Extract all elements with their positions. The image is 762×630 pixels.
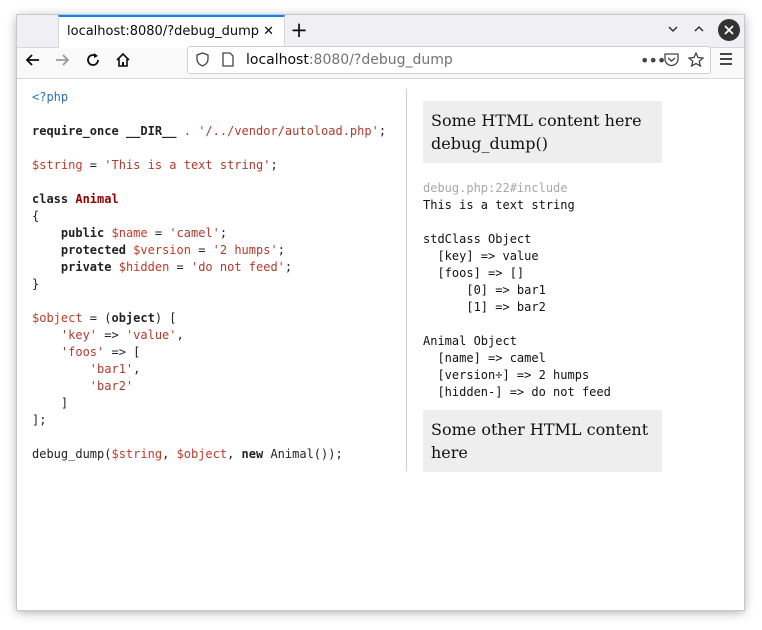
new-tab-button[interactable]: + [287, 18, 311, 42]
url-host: localhost [246, 52, 309, 68]
code-token: debug_dump( [32, 447, 112, 461]
html-content-line: Some HTML content here [431, 111, 642, 130]
code-token: $string [32, 158, 83, 172]
dump-line: [0] => bar1 [423, 283, 546, 297]
code-token: 'foos' [60, 345, 105, 359]
url-text[interactable]: localhost:8080/?debug_dump [246, 52, 453, 68]
html-content-line: debug_dump() [431, 134, 548, 153]
dump-line: [name] => camel [423, 351, 546, 365]
code-token: class [32, 192, 69, 206]
code-token: 'bar2' [89, 379, 134, 393]
code-token: '2 humps' [212, 243, 278, 257]
dump-line: [hidden-] => do not feed [423, 385, 611, 399]
forward-arrow-icon[interactable] [50, 51, 74, 75]
window-close-icon[interactable] [718, 19, 740, 41]
tab-debug-dump[interactable]: localhost:8080/?debug_dump ✕ [58, 15, 285, 48]
code-token: 'key' [60, 328, 98, 342]
url-path: :8080/?debug_dump [308, 52, 453, 68]
code-token: private [60, 260, 112, 274]
html-content-block: Some HTML content here debug_dump() [423, 101, 662, 163]
navigation-toolbar: localhost:8080/?debug_dump ••• [17, 46, 744, 79]
code-token: . [176, 124, 199, 138]
close-tab-icon[interactable]: ✕ [263, 24, 274, 39]
page-content: <?php require_once __DIR__ . '/../vendor… [17, 79, 744, 610]
code-token: Animal()); [263, 447, 343, 461]
code-token: new [241, 447, 264, 461]
dump-line: [key] => value [423, 249, 539, 263]
code-token: 'value' [125, 328, 177, 342]
home-icon[interactable] [111, 51, 135, 75]
url-bar[interactable]: localhost:8080/?debug_dump ••• [187, 46, 711, 74]
code-token: 'do not feed' [190, 260, 285, 274]
tab-title: localhost:8080/?debug_dump [67, 24, 259, 39]
dump-source-location: debug.php:22#include [423, 181, 568, 195]
php-open-tag: <?php [32, 90, 69, 104]
code-token: $object [32, 311, 83, 325]
code-token: require_once [32, 124, 119, 138]
html-content-block-2: Some other HTML content here [423, 410, 662, 472]
dump-output: This is a text string stdClass Object [k… [423, 197, 662, 401]
dump-line: [foos] => [] [423, 266, 525, 280]
code-token: 'bar1' [89, 362, 134, 376]
reload-icon[interactable] [81, 51, 105, 75]
dump-line: Animal Object [423, 334, 517, 348]
hamburger-icon[interactable] [719, 51, 733, 70]
code-token: '/../vendor/autoload.php' [198, 124, 379, 138]
code-token: Animal [75, 192, 119, 206]
code-token: object [111, 311, 155, 325]
code-token: $string [111, 447, 163, 461]
code-token: $version [133, 243, 191, 257]
dump-line: This is a text string [423, 198, 575, 212]
code-token: public [60, 226, 105, 240]
ellipsis-icon[interactable]: ••• [640, 51, 666, 70]
dump-line: stdClass Object [423, 232, 532, 246]
code-token: $name [111, 226, 148, 240]
page-icon[interactable] [222, 52, 234, 71]
back-arrow-icon[interactable] [21, 51, 45, 75]
dump-line: [version÷] => 2 humps [423, 368, 590, 382]
pocket-icon[interactable] [664, 52, 679, 71]
dump-line: [1] => bar2 [423, 300, 546, 314]
code-token: protected [60, 243, 126, 257]
code-token: $hidden [118, 260, 170, 274]
code-token: $object [176, 447, 228, 461]
php-source-code: <?php require_once __DIR__ . '/../vendor… [32, 90, 387, 461]
maximize-icon[interactable] [688, 20, 710, 42]
star-icon[interactable] [687, 51, 705, 71]
code-token: 'camel' [169, 226, 220, 240]
code-token: __DIR__ [125, 124, 177, 138]
shield-icon[interactable] [196, 52, 209, 71]
code-token: 'This is a text string' [104, 158, 271, 172]
browser-window: localhost:8080/?debug_dump ✕ + localhost… [17, 15, 744, 610]
minimize-icon[interactable] [662, 20, 684, 42]
tab-strip: localhost:8080/?debug_dump ✕ + [17, 15, 744, 48]
output-panel: Some HTML content here debug_dump() debu… [423, 101, 662, 472]
column-divider [406, 89, 407, 471]
